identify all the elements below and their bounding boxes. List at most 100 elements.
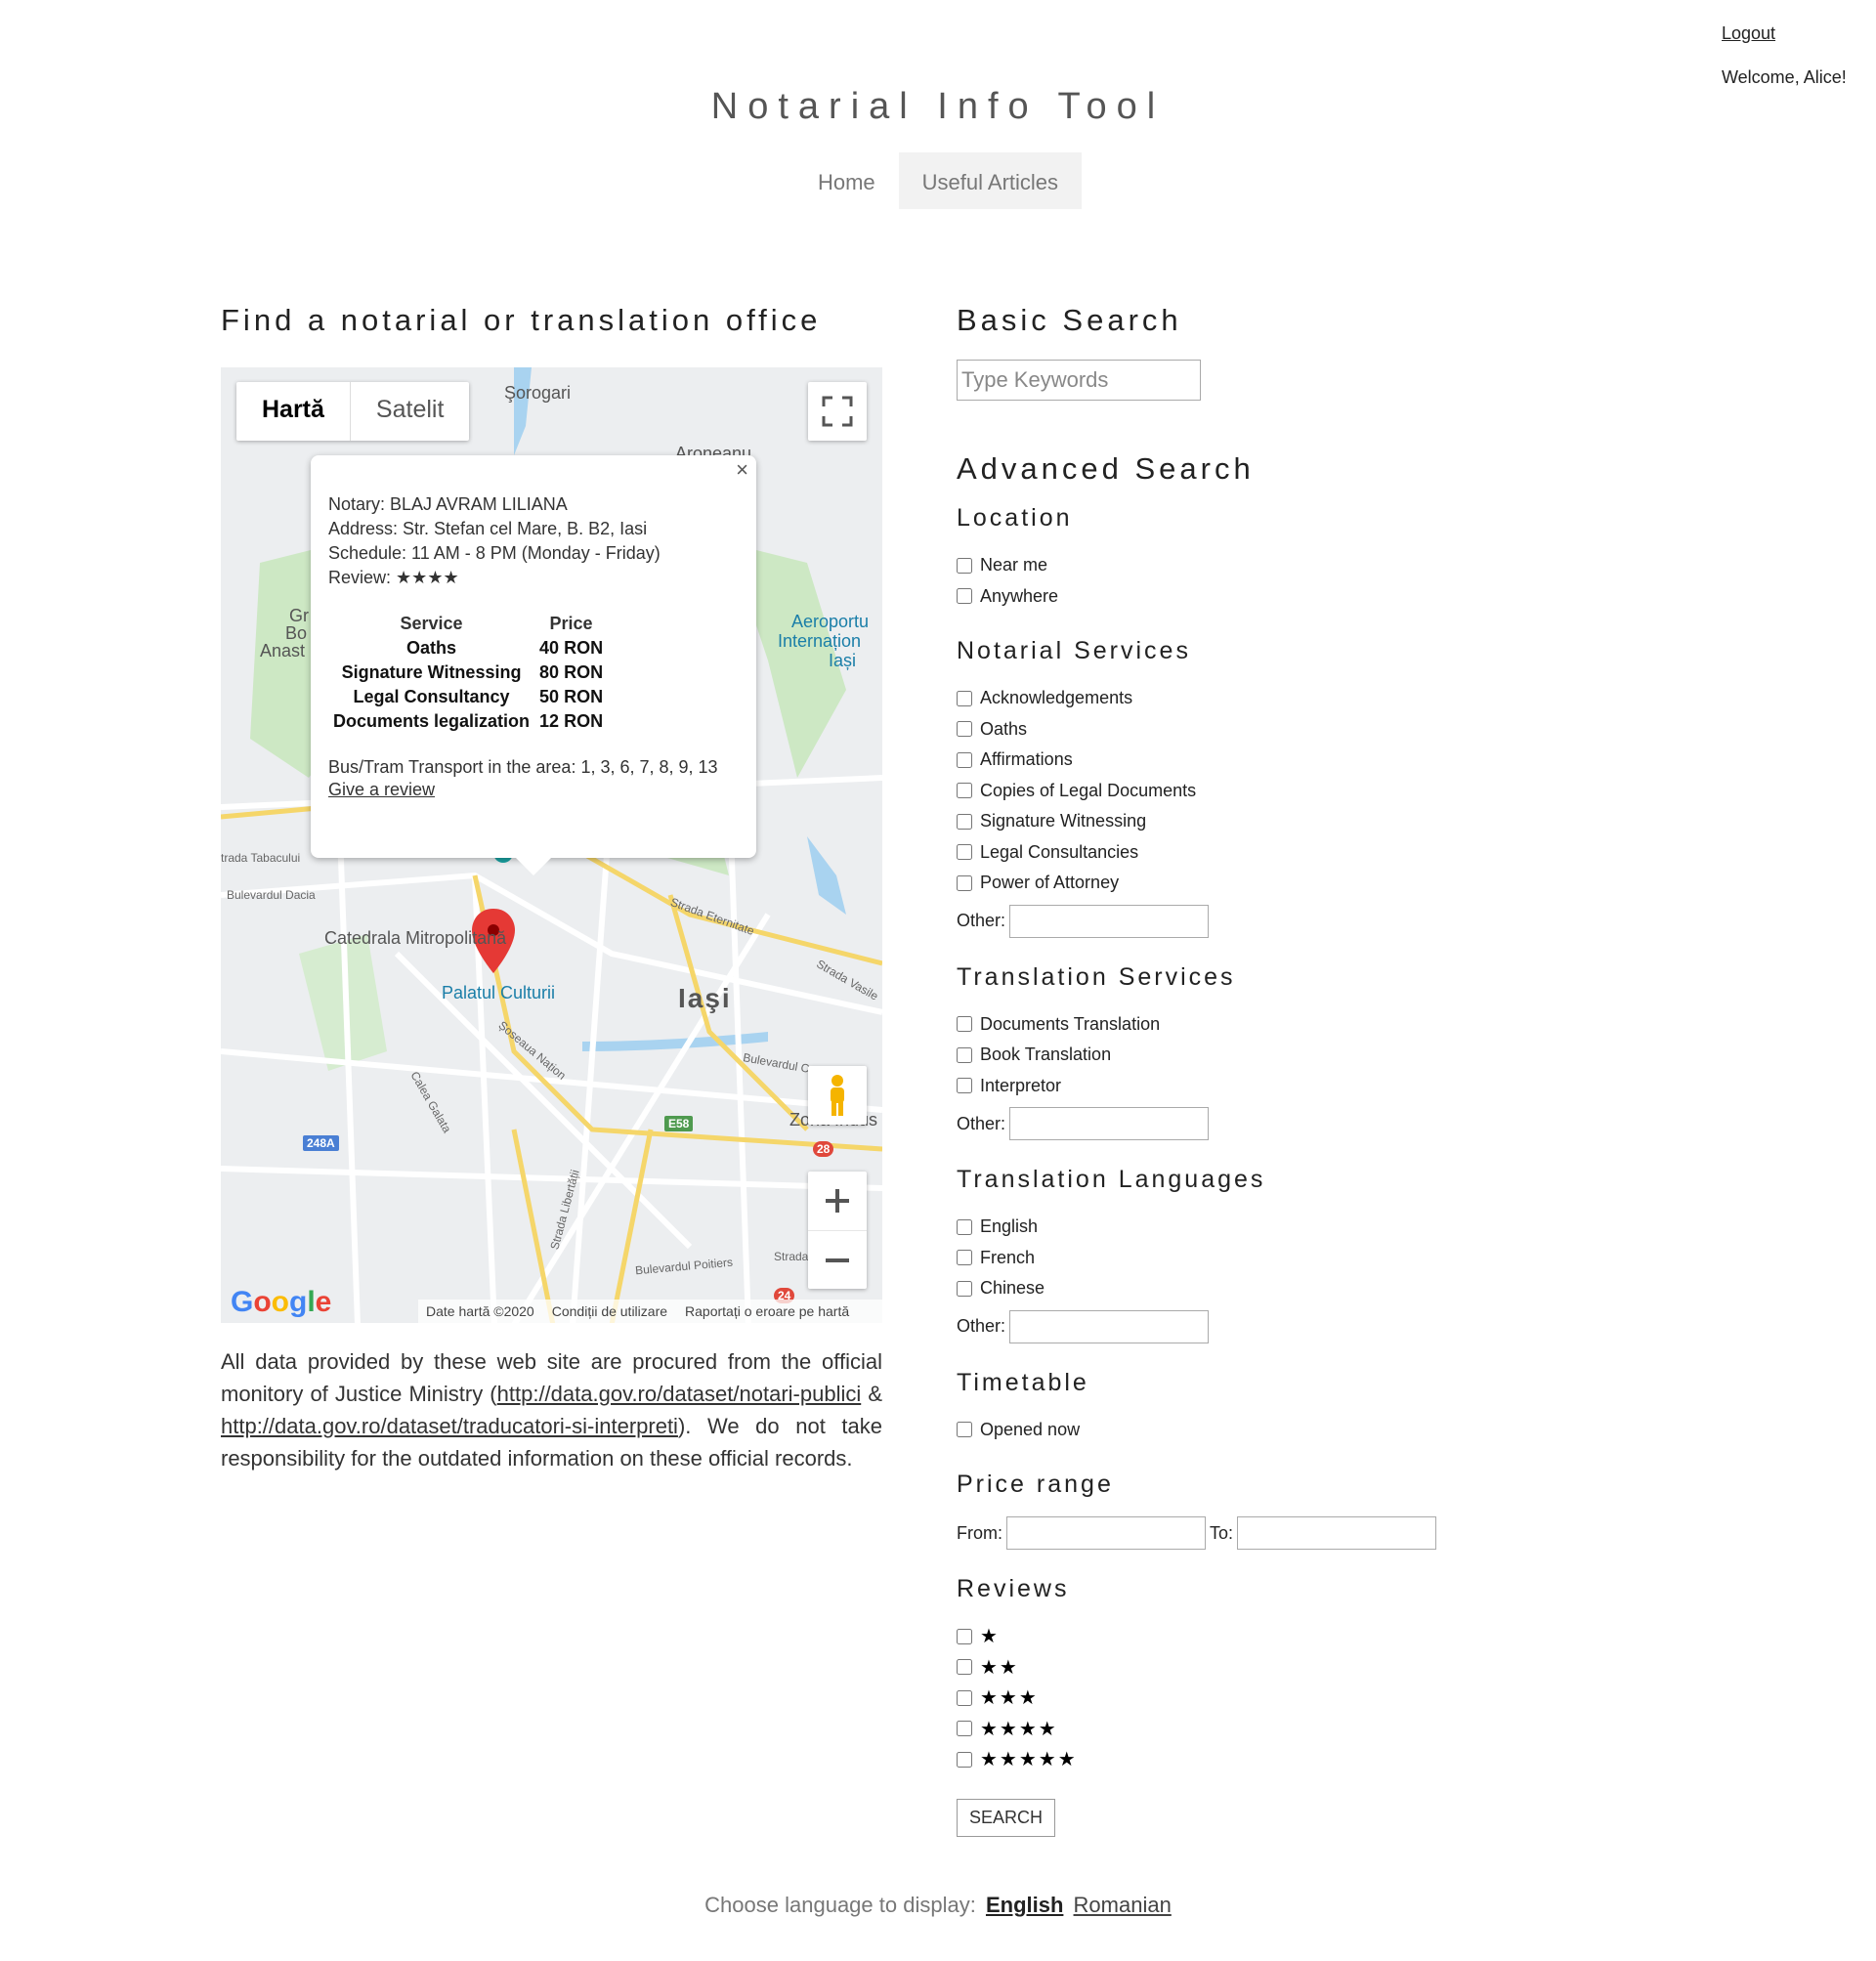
notarial-services-title: Notarial Services [957, 637, 1191, 664]
map[interactable]: ✈ Şorogari Aroneanu Gr Bo Anast Aeroport… [221, 367, 882, 1323]
review-4-checkbox[interactable] [957, 1721, 972, 1737]
map-data-text: Date hartă ©2020 [426, 1303, 534, 1319]
map-label-palatul: Palatul Culturii [442, 983, 556, 1002]
table-cell: 40 RON [539, 638, 604, 658]
translation-option[interactable]: Interpretor [957, 1071, 1543, 1102]
price-from-input[interactable] [1006, 1516, 1206, 1550]
reviews-title: Reviews [957, 1575, 1070, 1602]
french-checkbox[interactable] [957, 1250, 972, 1266]
table-cell: Oaths [406, 638, 457, 658]
timetable-option[interactable]: Opened now [957, 1415, 1543, 1446]
anywhere-checkbox[interactable] [957, 588, 972, 605]
google-logo: Google [231, 1286, 331, 1319]
zoom-in-button[interactable] [808, 1172, 867, 1230]
review-1-checkbox[interactable] [957, 1628, 972, 1644]
table-cell: Signature Witnessing [341, 662, 522, 682]
english-checkbox[interactable] [957, 1218, 972, 1235]
map-type-satellite[interactable]: Satelit [351, 382, 469, 441]
street-view-button[interactable] [808, 1066, 867, 1125]
basic-search-title: Basic Search [957, 303, 1182, 337]
keyword-search-input[interactable] [957, 360, 1201, 401]
google-logo-e: e [315, 1286, 332, 1318]
power-of-attorney-checkbox[interactable] [957, 874, 972, 891]
map-label-sorogari: Şorogari [504, 383, 572, 403]
language-other-row: Other: [957, 1309, 1543, 1343]
nav-useful-articles[interactable]: Useful Articles [898, 152, 1083, 209]
documents-translation-checkbox[interactable] [957, 1016, 972, 1033]
map-type-map[interactable]: Hartă [236, 382, 351, 441]
close-icon[interactable]: × [736, 457, 748, 483]
english-language-link[interactable]: English [986, 1893, 1063, 1917]
map-label-aeroport: Aeroportu [791, 612, 870, 631]
translation-option[interactable]: Documents Translation [957, 1009, 1543, 1041]
review-option[interactable]: ★★★★★ [957, 1744, 1543, 1775]
map-footer: Date hartă ©2020 Condiții de utilizare R… [418, 1300, 882, 1323]
terms-link[interactable]: Condiții de utilizare [552, 1303, 667, 1319]
language-option[interactable]: English [957, 1212, 1543, 1243]
notarial-option[interactable]: Signature Witnessing [957, 806, 1543, 837]
location-anywhere[interactable]: Anywhere [957, 581, 1543, 613]
review-3-checkbox[interactable] [957, 1689, 972, 1706]
star-icon: ★★★★★ [980, 1749, 1078, 1771]
checkbox-label: English [980, 1216, 1039, 1237]
price-to-input[interactable] [1237, 1516, 1437, 1550]
translation-option[interactable]: Book Translation [957, 1040, 1543, 1071]
search-button[interactable]: SEARCH [957, 1798, 1056, 1837]
language-option[interactable]: Chinese [957, 1273, 1543, 1304]
road-shield: 248A [303, 1135, 339, 1151]
table-row: Legal Consultancy 50 RON [328, 685, 608, 709]
info-review-label: Review: [328, 568, 392, 587]
zoom-out-button[interactable] [808, 1230, 867, 1289]
table-header: Price [549, 614, 593, 633]
notarial-other-row: Other: [957, 904, 1543, 938]
notarial-option[interactable]: Oaths [957, 714, 1543, 746]
notarial-option[interactable]: Legal Consultancies [957, 837, 1543, 869]
review-option[interactable]: ★★★ [957, 1683, 1543, 1714]
location-title: Location [957, 504, 1073, 532]
affirmations-checkbox[interactable] [957, 751, 972, 768]
checkbox-label: Affirmations [980, 749, 1073, 770]
nav-home[interactable]: Home [794, 152, 899, 209]
oaths-checkbox[interactable] [957, 721, 972, 738]
near-me-checkbox[interactable] [957, 557, 972, 574]
review-option[interactable]: ★★ [957, 1652, 1543, 1684]
notarial-option[interactable]: Acknowledgements [957, 683, 1543, 714]
language-option[interactable]: French [957, 1243, 1543, 1274]
table-cell: 12 RON [539, 711, 604, 731]
welcome-text: Welcome, Alice! [1722, 67, 1847, 87]
map-label-international: Internațion [778, 631, 862, 651]
interpretor-checkbox[interactable] [957, 1078, 972, 1094]
acknowledgements-checkbox[interactable] [957, 690, 972, 706]
review-2-checkbox[interactable] [957, 1659, 972, 1676]
romanian-language-link[interactable]: Romanian [1074, 1893, 1172, 1917]
lake [807, 836, 846, 915]
review-5-checkbox[interactable] [957, 1751, 972, 1768]
other-label: Other: [957, 1113, 1006, 1133]
map-label-strada: Strada [774, 1250, 809, 1263]
review-option[interactable]: ★★★★ [957, 1714, 1543, 1745]
table-cell: Legal Consultancy [353, 687, 510, 706]
translation-other-input[interactable] [1009, 1107, 1210, 1140]
review-option[interactable]: ★ [957, 1621, 1543, 1652]
notarial-option[interactable]: Affirmations [957, 745, 1543, 776]
table-row: Documents legalization 12 RON [328, 709, 608, 734]
book-translation-checkbox[interactable] [957, 1046, 972, 1063]
language-other-input[interactable] [1009, 1309, 1210, 1343]
opened-now-checkbox[interactable] [957, 1422, 972, 1438]
give-review-link[interactable]: Give a review [328, 780, 435, 799]
checkbox-label: French [980, 1247, 1036, 1267]
notarial-other-input[interactable] [1009, 904, 1210, 938]
other-label: Other: [957, 911, 1006, 930]
fullscreen-button[interactable] [808, 382, 867, 441]
notari-dataset-link[interactable]: http://data.gov.ro/dataset/notari-public… [497, 1382, 862, 1406]
traducatori-dataset-link[interactable]: http://data.gov.ro/dataset/traducatori-s… [221, 1414, 678, 1438]
copies-checkbox[interactable] [957, 783, 972, 799]
legal-consultancies-checkbox[interactable] [957, 844, 972, 861]
signature-witnessing-checkbox[interactable] [957, 813, 972, 830]
chinese-checkbox[interactable] [957, 1280, 972, 1297]
location-near-me[interactable]: Near me [957, 550, 1543, 581]
logout-link[interactable]: Logout [1722, 23, 1858, 44]
notarial-option[interactable]: Power of Attorney [957, 868, 1543, 899]
report-error-link[interactable]: Raportați o eroare pe hartă [685, 1303, 849, 1319]
notarial-option[interactable]: Copies of Legal Documents [957, 776, 1543, 807]
